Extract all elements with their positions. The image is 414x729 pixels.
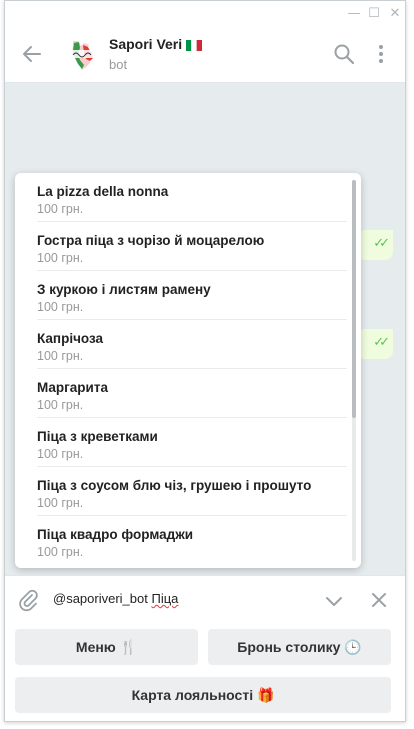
read-status-icon: ✓✓ <box>373 236 390 251</box>
result-price: 100 грн. <box>37 349 84 363</box>
result-price: 100 грн. <box>37 496 84 510</box>
inline-result-item[interactable]: Піца з соусом блю чіз, грушею і прошуто … <box>37 467 347 516</box>
inline-result-item[interactable]: З куркою і листям рамену 100 грн. <box>37 271 347 320</box>
inline-query: Піца <box>151 591 179 606</box>
inline-result-item[interactable]: Гостра піца з чорізо й моцарелою 100 грн… <box>37 222 347 271</box>
table-booking-button[interactable]: Бронь столику 🕒 <box>208 629 391 665</box>
result-title: Маргарита <box>37 380 108 395</box>
chat-area: ✓✓ ✓✓ La pizza della nonna 100 грн. Гост… <box>5 84 405 575</box>
result-title: Піца з соусом блю чіз, грушею і прошуто <box>37 478 312 493</box>
bot-mention: @saporiveri_bot <box>53 591 148 606</box>
result-price: 100 грн. <box>37 300 84 314</box>
read-status-icon: ✓✓ <box>373 335 390 350</box>
inline-result-item[interactable]: Піца з креветками 100 грн. <box>37 418 347 467</box>
minimize-button[interactable]: — <box>345 5 363 23</box>
result-title: Гостра піца з чорізо й моцарелою <box>37 233 265 248</box>
close-window-button[interactable]: ✕ <box>386 5 404 23</box>
back-arrow-icon[interactable] <box>21 43 43 65</box>
search-icon[interactable] <box>333 43 355 65</box>
result-price: 100 грн. <box>37 202 84 216</box>
menu-button[interactable]: Меню 🍴 <box>15 629 198 665</box>
chevron-down-icon[interactable] <box>323 590 345 612</box>
outgoing-message[interactable]: ✓✓ <box>357 230 393 260</box>
italy-flag-icon <box>186 40 203 51</box>
maximize-button[interactable]: ☐ <box>365 5 383 23</box>
message-input-bar: @saporiveri_bot Піца <box>5 575 405 623</box>
result-price: 100 грн. <box>37 447 84 461</box>
inline-result-item[interactable]: Піца квадро формаджи 100 грн. <box>37 516 347 565</box>
chat-header: Sapori Veri bot <box>5 27 405 83</box>
chat-subtitle: bot <box>109 57 128 72</box>
inline-result-item[interactable]: La pizza della nonna 100 грн. <box>37 173 347 222</box>
result-price: 100 грн. <box>37 251 84 265</box>
title-bar: — ☐ ✕ <box>5 1 405 27</box>
result-price: 100 грн. <box>37 545 84 559</box>
attach-icon[interactable] <box>17 588 39 612</box>
chat-title-text: Sapori Veri <box>109 36 183 52</box>
telegram-window: — ☐ ✕ Sapori Veri bot ✓✓ ✓✓ La pizza del… <box>4 0 406 722</box>
outgoing-message[interactable]: ✓✓ <box>357 329 393 359</box>
avatar[interactable] <box>65 37 101 73</box>
close-icon[interactable] <box>370 591 388 609</box>
result-title: Піца квадро формаджи <box>37 527 194 542</box>
bot-keyboard: Меню 🍴 Бронь столику 🕒 Карта лояльності … <box>5 623 405 721</box>
result-title: Капрічоза <box>37 331 104 346</box>
results-scrollbar[interactable] <box>352 180 356 561</box>
result-title: З куркою і листям рамену <box>37 282 211 297</box>
scrollbar-thumb[interactable] <box>352 180 356 418</box>
result-price: 100 грн. <box>37 398 84 412</box>
result-title: Піца з креветками <box>37 429 158 444</box>
inline-result-item[interactable]: Капрічоза 100 грн. <box>37 320 347 369</box>
result-title: La pizza della nonna <box>37 184 169 199</box>
message-input[interactable]: @saporiveri_bot Піца <box>53 591 178 606</box>
more-vertical-icon[interactable] <box>374 42 388 66</box>
chat-title[interactable]: Sapori Veri <box>109 36 203 52</box>
inline-results-popup: La pizza della nonna 100 грн. Гостра піц… <box>15 173 361 568</box>
loyalty-card-button[interactable]: Карта лояльності 🎁 <box>15 677 391 713</box>
inline-result-item[interactable]: Маргарита 100 грн. <box>37 369 347 418</box>
inline-results-list: La pizza della nonna 100 грн. Гостра піц… <box>15 173 361 565</box>
